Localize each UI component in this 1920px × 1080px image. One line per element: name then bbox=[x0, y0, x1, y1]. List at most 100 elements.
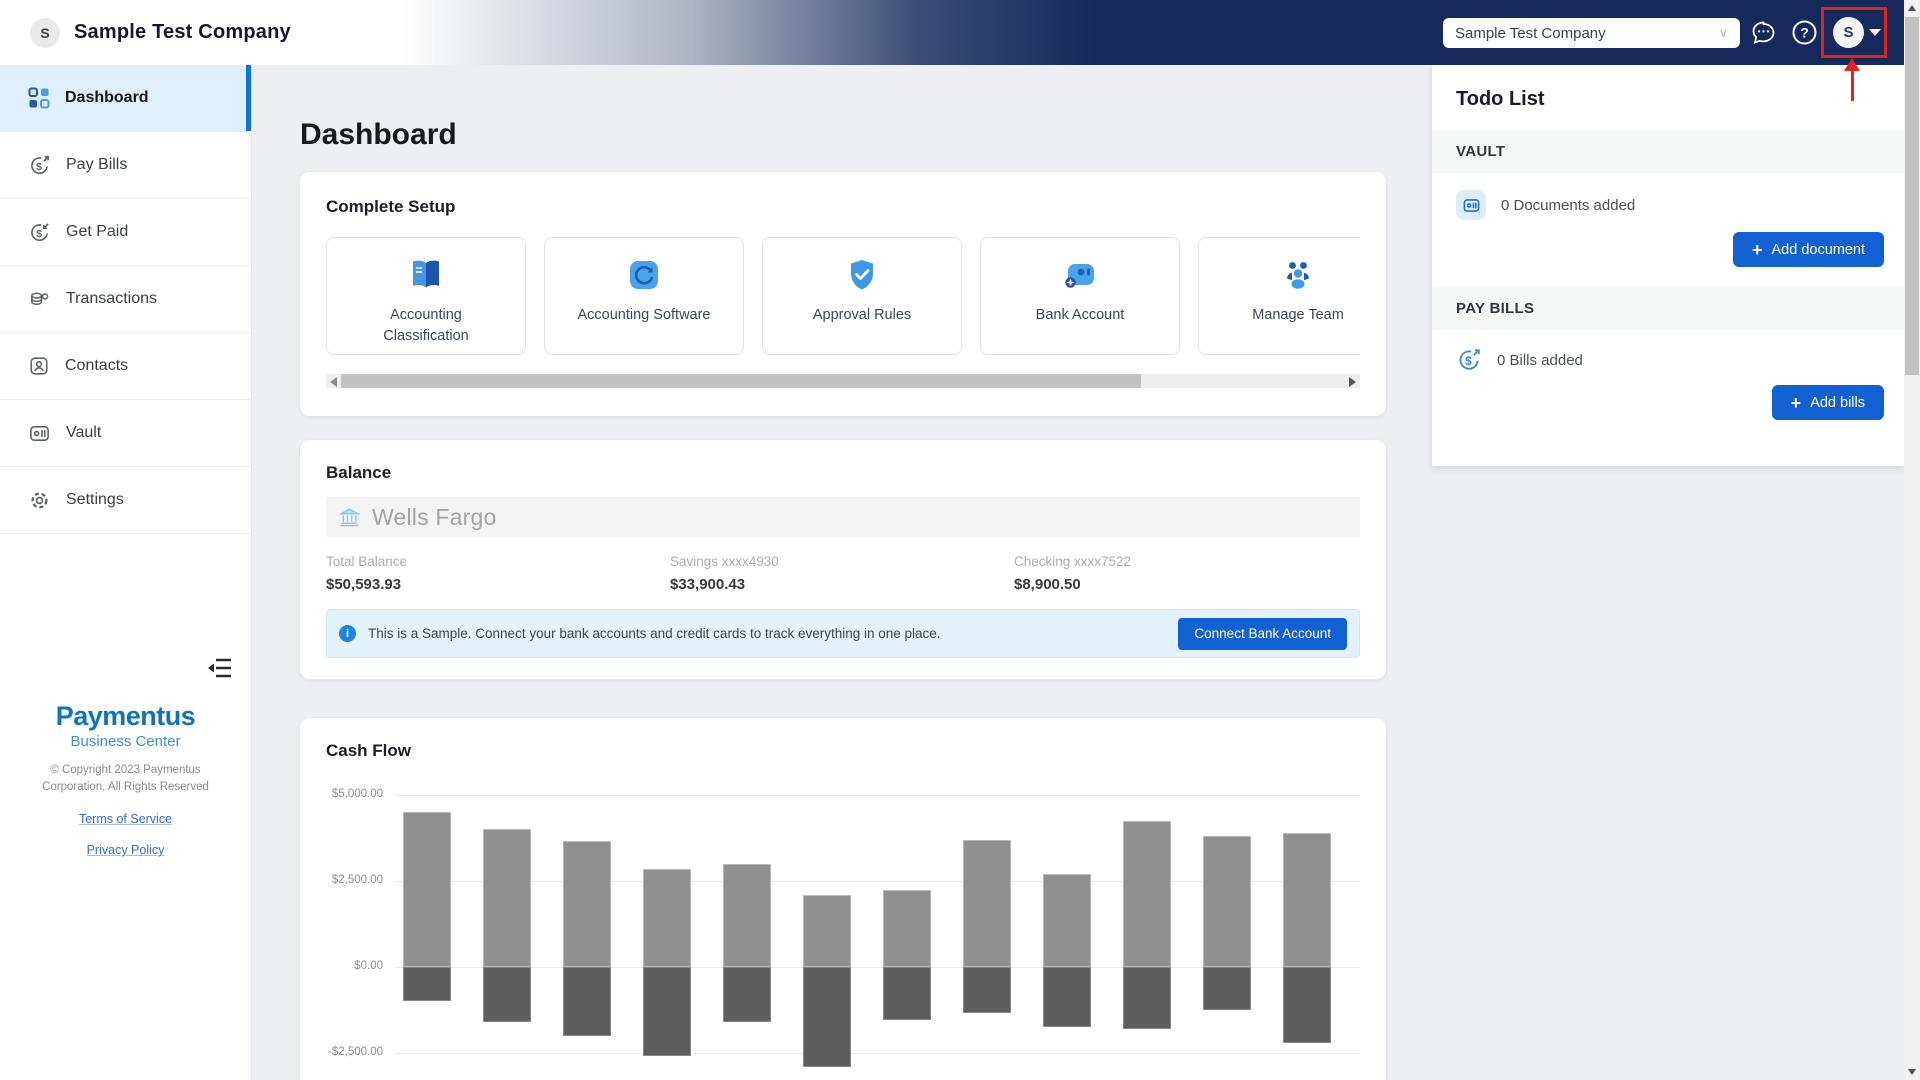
sidebar-item-transactions[interactable]: Transactions bbox=[0, 266, 251, 333]
y-axis-tick-label: $5,000.00 bbox=[326, 788, 383, 800]
chat-icon[interactable] bbox=[1750, 19, 1777, 46]
y-axis-tick-label: -$2,500.00 bbox=[326, 1046, 383, 1058]
paymentus-logo: Paymentus bbox=[0, 701, 251, 732]
terms-of-service-link[interactable]: Terms of Service bbox=[0, 812, 251, 826]
connect-bank-account-button[interactable]: Connect Bank Account bbox=[1178, 618, 1347, 650]
bank-icon bbox=[339, 507, 360, 528]
cash-flow-title: Cash Flow bbox=[326, 741, 1360, 761]
cash-flow-bar-positive bbox=[1043, 874, 1091, 967]
get-paid-icon: $ bbox=[28, 221, 51, 244]
company-select-value: Sample Test Company bbox=[1455, 25, 1606, 42]
tile-accounting-software[interactable]: Accounting Software bbox=[544, 237, 744, 355]
tile-accounting-classification[interactable]: Accounting Classification bbox=[326, 237, 526, 355]
collapse-sidebar-icon[interactable] bbox=[207, 657, 233, 679]
pay-bills-section-header: PAY BILLS bbox=[1432, 287, 1904, 330]
scroll-right-icon[interactable] bbox=[1349, 377, 1356, 387]
help-icon[interactable]: ? bbox=[1791, 19, 1818, 46]
settings-icon bbox=[28, 489, 51, 512]
company-avatar: S bbox=[30, 18, 60, 48]
cash-flow-bar-negative bbox=[803, 967, 851, 1067]
annotation-arrow-shaft bbox=[1851, 70, 1854, 101]
sidebar-item-vault[interactable]: Vault bbox=[0, 400, 251, 467]
tile-bank-account[interactable]: Bank Account bbox=[980, 237, 1180, 355]
bank-account-icon bbox=[1059, 255, 1101, 295]
user-avatar[interactable]: S bbox=[1833, 17, 1864, 48]
scroll-left-icon[interactable] bbox=[330, 377, 337, 387]
svg-text:$: $ bbox=[1465, 354, 1472, 368]
sidebar-item-settings[interactable]: Settings bbox=[0, 467, 251, 534]
vertical-scrollbar-thumb[interactable] bbox=[1905, 17, 1919, 375]
sidebar-item-label: Dashboard bbox=[65, 89, 149, 107]
plus-icon: + bbox=[1752, 241, 1763, 259]
vertical-scrollbar[interactable] bbox=[1904, 0, 1920, 1080]
sidebar-item-get-paid[interactable]: $ Get Paid bbox=[0, 199, 251, 266]
account-total: Total Balance $50,593.93 bbox=[326, 554, 670, 593]
vault-status-row: 0 Documents added bbox=[1432, 173, 1904, 224]
scroll-up-icon[interactable] bbox=[1908, 5, 1916, 11]
sidebar-item-dashboard[interactable]: Dashboard bbox=[0, 65, 251, 132]
cash-flow-bar-negative bbox=[1203, 967, 1251, 1010]
sidebar-item-label: Vault bbox=[66, 424, 101, 442]
cash-flow-bar-positive bbox=[803, 895, 851, 967]
top-header: S Sample Test Company Sample Test Compan… bbox=[0, 0, 1920, 65]
cash-flow-bar-negative bbox=[883, 967, 931, 1020]
horizontal-scrollbar-thumb[interactable] bbox=[341, 374, 1141, 388]
horizontal-scrollbar[interactable] bbox=[326, 374, 1360, 388]
add-bills-button[interactable]: + Add bills bbox=[1772, 385, 1884, 420]
accounts-row: Total Balance $50,593.93 Savings xxxx493… bbox=[326, 554, 1360, 593]
cash-flow-bar-negative bbox=[643, 967, 691, 1056]
todo-list-title: Todo List bbox=[1432, 65, 1904, 130]
tile-label: Approval Rules bbox=[787, 305, 937, 326]
cash-flow-bar-positive bbox=[963, 840, 1011, 967]
user-menu[interactable]: S bbox=[1833, 17, 1881, 48]
account-checking: Checking xxxx7522 $8,900.50 bbox=[1014, 554, 1358, 593]
cash-flow-bar-positive bbox=[1123, 821, 1171, 967]
scroll-down-icon[interactable] bbox=[1908, 1069, 1916, 1075]
bank-name: Wells Fargo bbox=[372, 504, 496, 531]
header-brand: S Sample Test Company bbox=[30, 0, 291, 65]
add-document-button[interactable]: + Add document bbox=[1733, 232, 1884, 267]
cash-flow-bar-positive bbox=[563, 841, 611, 967]
contacts-icon bbox=[28, 355, 50, 377]
tile-manage-team[interactable]: Manage Team bbox=[1198, 237, 1360, 355]
cash-flow-bar-positive bbox=[1203, 836, 1251, 967]
chevron-down-icon: ∨ bbox=[1718, 25, 1728, 41]
cash-flow-chart: $5,000.00$2,500.00$0.00-$2,500.00 bbox=[326, 780, 1360, 1080]
cash-flow-bar-negative bbox=[963, 967, 1011, 1013]
sidebar-item-contacts[interactable]: Contacts bbox=[0, 333, 251, 400]
cash-flow-bar-negative bbox=[1283, 967, 1331, 1043]
tile-label: Accounting Classification bbox=[351, 305, 501, 347]
cash-flow-bar-positive bbox=[1283, 833, 1331, 967]
sidebar-item-label: Get Paid bbox=[66, 223, 128, 241]
cash-flow-bar-negative bbox=[1043, 967, 1091, 1027]
svg-text:$: $ bbox=[36, 160, 42, 172]
company-select[interactable]: Sample Test Company ∨ bbox=[1443, 18, 1740, 48]
tile-label: Manage Team bbox=[1223, 305, 1360, 326]
cash-flow-bar-negative bbox=[723, 967, 771, 1022]
pay-bills-todo-icon: $ bbox=[1456, 347, 1482, 373]
vault-action-row: + Add document bbox=[1432, 224, 1904, 287]
setup-tiles: Accounting Classification Accounting Sof… bbox=[326, 237, 1360, 355]
tile-label: Bank Account bbox=[1005, 305, 1155, 326]
cash-flow-bar-positive bbox=[483, 829, 531, 967]
privacy-policy-link[interactable]: Privacy Policy bbox=[0, 843, 251, 857]
y-axis-tick-label: $0.00 bbox=[326, 960, 383, 972]
svg-text:?: ? bbox=[1800, 25, 1809, 41]
caret-down-icon bbox=[1869, 29, 1881, 36]
tile-label: Accounting Software bbox=[569, 305, 719, 326]
complete-setup-title: Complete Setup bbox=[326, 197, 1360, 217]
vault-status-text: 0 Documents added bbox=[1501, 197, 1635, 214]
accounting-classification-icon bbox=[405, 255, 447, 295]
account-savings: Savings xxxx4930 $33,900.43 bbox=[670, 554, 1014, 593]
cash-flow-bar-positive bbox=[883, 890, 931, 967]
vault-doc-icon bbox=[1456, 190, 1486, 220]
sidebar-item-pay-bills[interactable]: $ Pay Bills bbox=[0, 132, 251, 199]
accounting-software-icon bbox=[624, 255, 664, 295]
cash-flow-bar-negative bbox=[483, 967, 531, 1022]
sidebar-item-label: Pay Bills bbox=[66, 156, 127, 174]
banner-text: This is a Sample. Connect your bank acco… bbox=[368, 626, 941, 641]
info-icon: i bbox=[339, 625, 356, 642]
tile-approval-rules[interactable]: Approval Rules bbox=[762, 237, 962, 355]
sidebar-item-label: Contacts bbox=[65, 357, 128, 375]
cash-flow-bar-negative bbox=[403, 967, 451, 1001]
